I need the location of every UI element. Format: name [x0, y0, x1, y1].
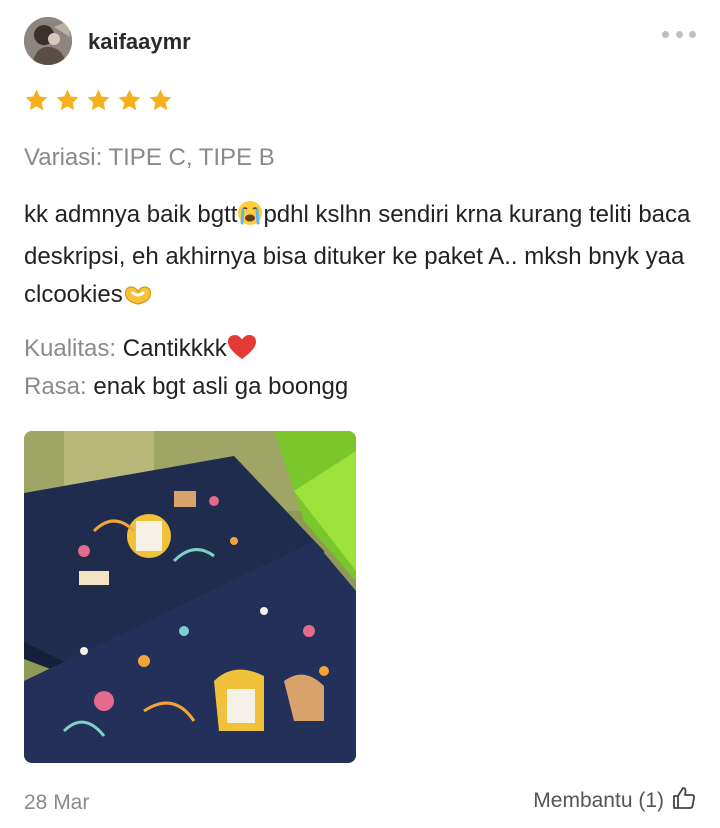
red-heart-emoji-icon [227, 334, 257, 367]
star-rating [24, 88, 173, 116]
variation-label: Variasi: TIPE C, TIPE B [24, 144, 275, 171]
helpful-label: Membantu (1) [533, 789, 664, 812]
star-icon [149, 89, 172, 111]
more-dots-icon[interactable] [662, 27, 696, 41]
helpful-button[interactable]: Membantu (1) [533, 786, 696, 816]
star-icon [118, 89, 141, 111]
attribute-value: enak bgt asli ga boongg [93, 373, 349, 400]
attribute-label: Rasa: [24, 373, 87, 400]
star-icon [25, 89, 48, 111]
star-icon [87, 89, 110, 111]
avatar[interactable] [24, 17, 72, 65]
review-photo[interactable] [24, 431, 356, 763]
star-icon [56, 89, 79, 111]
heart-hands-emoji-icon [123, 280, 153, 318]
review-date: 28 Mar [24, 791, 90, 814]
attribute-value: Cantikkkk [122, 335, 227, 362]
crying-emoji-icon [237, 200, 263, 238]
thumbs-up-icon [672, 786, 696, 816]
review-header: kaifaaymr [24, 17, 696, 65]
review-text-part-1: kk admnya baik bgtt [24, 201, 238, 228]
username[interactable]: kaifaaymr [88, 29, 191, 55]
attribute-label: Kualitas: [24, 335, 117, 362]
attribute-taste: Rasa: enak bgt asli ga boongg [24, 373, 348, 401]
attribute-quality: Kualitas: Cantikkkk [24, 334, 257, 367]
review-text: kk admnya baik bgtt pdhl kslhn sendiri k… [24, 196, 696, 318]
